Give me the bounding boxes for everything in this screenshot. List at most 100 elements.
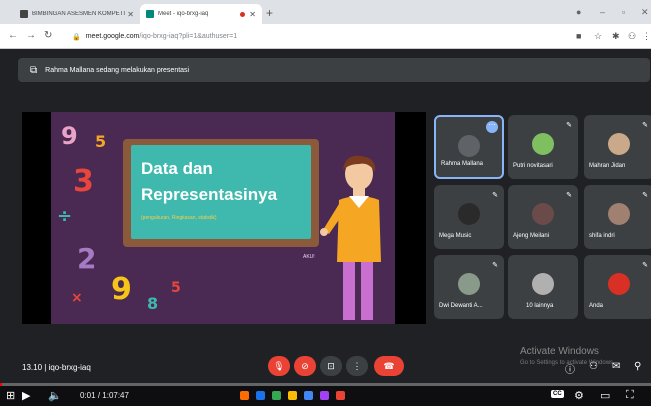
taskbar-app-icon[interactable] <box>240 391 249 400</box>
present-button[interactable]: ⊡ <box>320 356 342 376</box>
taskbar-app-icon[interactable] <box>256 391 265 400</box>
screen: BIMBINGAN ASESMEN KOMPETI ✕ Meet - iqo-b… <box>0 0 651 406</box>
minimize-icon[interactable]: – <box>600 7 605 17</box>
captions-button[interactable]: CC <box>551 390 564 398</box>
video-time: 0:01 / 1:07:47 <box>80 391 129 400</box>
mic-off-icon: ✎ <box>492 192 498 199</box>
participant-name: Mega Music <box>439 233 472 239</box>
meeting-time: 13.10 <box>22 363 43 372</box>
participant-name: Rahma Mallana <box>441 161 484 167</box>
leave-call-button[interactable]: ☎ <box>374 356 404 376</box>
volume-icon[interactable]: 🔈 <box>48 389 62 402</box>
teacher-illustration <box>320 155 381 320</box>
camera-icon[interactable]: ■ <box>576 31 581 41</box>
extension-icon[interactable]: ✱ <box>612 31 620 42</box>
forward-icon[interactable]: → <box>26 30 36 41</box>
participant-name: 10 lainnya <box>526 303 554 309</box>
chat-icon[interactable]: ✉ <box>612 361 620 372</box>
deco-number: 2 <box>77 242 97 275</box>
avatar <box>458 135 480 157</box>
participant-name: Dwi Dewanti A... <box>439 303 483 309</box>
deco-number: 8 <box>147 294 159 313</box>
more-options-icon[interactable]: ⋯ <box>486 121 498 133</box>
close-window-icon[interactable]: ✕ <box>641 7 649 18</box>
presentation-banner-text: Rahma Mallana sedang melakukan presentas… <box>45 66 190 74</box>
mic-off-icon: ✎ <box>566 192 572 199</box>
deco-number: × <box>71 290 83 306</box>
deco-number: 5 <box>171 280 181 296</box>
participant-tile[interactable]: ⋯ Rahma Mallana <box>434 115 504 179</box>
tab-title: BIMBINGAN ASESMEN KOMPETI <box>32 11 126 17</box>
close-tab-icon[interactable]: ✕ <box>127 10 134 19</box>
lock-icon[interactable]: 🔒 <box>72 33 81 41</box>
url-path: /iqo-brxg-iaq?pli=1&authuser=1 <box>139 33 238 40</box>
activities-icon[interactable]: ⚲ <box>634 361 641 372</box>
chalkboard: Data dan Representasinya (pengukuran, Ri… <box>131 145 311 239</box>
participant-tile[interactable]: ✎ Mahran Jidan <box>584 115 651 179</box>
participant-tile[interactable]: 10 lainnya <box>508 255 578 319</box>
participant-tile[interactable]: ✎ shifa indri <box>584 185 651 249</box>
participant-name: Ajeng Meilani <box>513 233 550 239</box>
tab-meet[interactable]: Meet - iqo-brxg-iaq ✕ <box>140 4 262 24</box>
avatar <box>532 273 554 295</box>
mic-off-icon: ✎ <box>642 122 648 129</box>
document-icon <box>20 10 28 18</box>
video-player-controls: ⊞ ▶ 🔈 0:01 / 1:07:47 CC ⚙ ▭ ⛶ <box>0 386 651 406</box>
mic-off-icon: ✎ <box>642 192 648 199</box>
deco-number: ÷ <box>57 206 73 227</box>
participant-tile[interactable]: ✎ Anda <box>584 255 651 319</box>
avatar <box>608 203 630 225</box>
character-label: AKU! <box>303 254 315 260</box>
meeting-code: iqo-brxg-iaq <box>48 363 91 372</box>
participant-name: Mahran Jidan <box>589 163 626 169</box>
close-tab-icon[interactable]: ✕ <box>249 10 256 19</box>
recording-icon <box>240 11 246 17</box>
taskbar-app-icon[interactable] <box>272 391 281 400</box>
reload-icon[interactable]: ↻ <box>44 30 52 41</box>
avatar <box>532 133 554 155</box>
taskbar-app-icon[interactable] <box>320 391 329 400</box>
deco-number: 9 <box>61 122 78 150</box>
miniplayer-icon[interactable]: ▭ <box>600 389 610 402</box>
deco-number: 3 <box>73 164 94 199</box>
meet-icon <box>146 10 154 18</box>
participant-tile[interactable]: ✎ Putri novitasari <box>508 115 578 179</box>
present-screen-icon: ⧉ <box>30 64 38 76</box>
maximize-icon[interactable]: ▫ <box>622 7 625 17</box>
participant-tile[interactable]: ✎ Ajeng Meilani <box>508 185 578 249</box>
play-icon[interactable]: ▶ <box>22 389 30 402</box>
mic-toggle-button[interactable]: 🎙 <box>268 356 290 376</box>
new-tab-button[interactable]: + <box>266 6 273 20</box>
participant-tile[interactable]: ✎ Dwi Dewanti A... <box>434 255 504 319</box>
taskbar-app-icon[interactable] <box>288 391 297 400</box>
url-input[interactable]: 🔒 meet.google.com /iqo-brxg-iaq?pli=1&au… <box>64 28 574 45</box>
participant-name: Putri novitasari <box>513 163 553 169</box>
url-host: meet.google.com <box>85 33 140 40</box>
menu-icon[interactable]: ⋮ <box>642 31 651 42</box>
deco-number: 5 <box>95 132 107 151</box>
current-time: 0:01 <box>80 391 96 400</box>
tab-title: Meet - iqo-brxg-iaq <box>158 11 209 17</box>
participant-tile[interactable]: ✎ Mega Music <box>434 185 504 249</box>
mic-off-icon: ✎ <box>566 122 572 129</box>
info-icon[interactable]: ⓘ <box>565 361 575 376</box>
taskbar-app-icon[interactable] <box>336 391 345 400</box>
avatar <box>608 273 630 295</box>
bookmark-star-icon[interactable]: ☆ <box>594 31 602 42</box>
tab-bimbingan[interactable]: BIMBINGAN ASESMEN KOMPETI ✕ <box>14 4 140 24</box>
taskbar-app-icon[interactable] <box>304 391 313 400</box>
activation-watermark: Activate Windows <box>520 346 599 357</box>
fullscreen-icon[interactable]: ⛶ <box>626 389 634 402</box>
camera-toggle-button[interactable]: ⊘ <box>294 356 316 376</box>
profile-icon[interactable]: ● <box>576 7 581 17</box>
shared-slide: 9 5 3 ÷ 2 × 9 8 5 Data dan Representasin… <box>51 112 395 324</box>
back-icon[interactable]: ← <box>8 30 18 41</box>
presentation-banner: ⧉ Rahma Mallana sedang melakukan present… <box>18 58 650 82</box>
more-options-button[interactable]: ⋮ <box>346 356 368 376</box>
mic-off-icon: ✎ <box>492 262 498 269</box>
deco-number: 9 <box>111 272 132 307</box>
people-icon[interactable]: ⚇ <box>589 361 598 372</box>
settings-gear-icon[interactable]: ⚙ <box>574 389 584 402</box>
windows-start-icon[interactable]: ⊞ <box>6 389 15 402</box>
account-icon[interactable]: ⚇ <box>628 31 636 42</box>
